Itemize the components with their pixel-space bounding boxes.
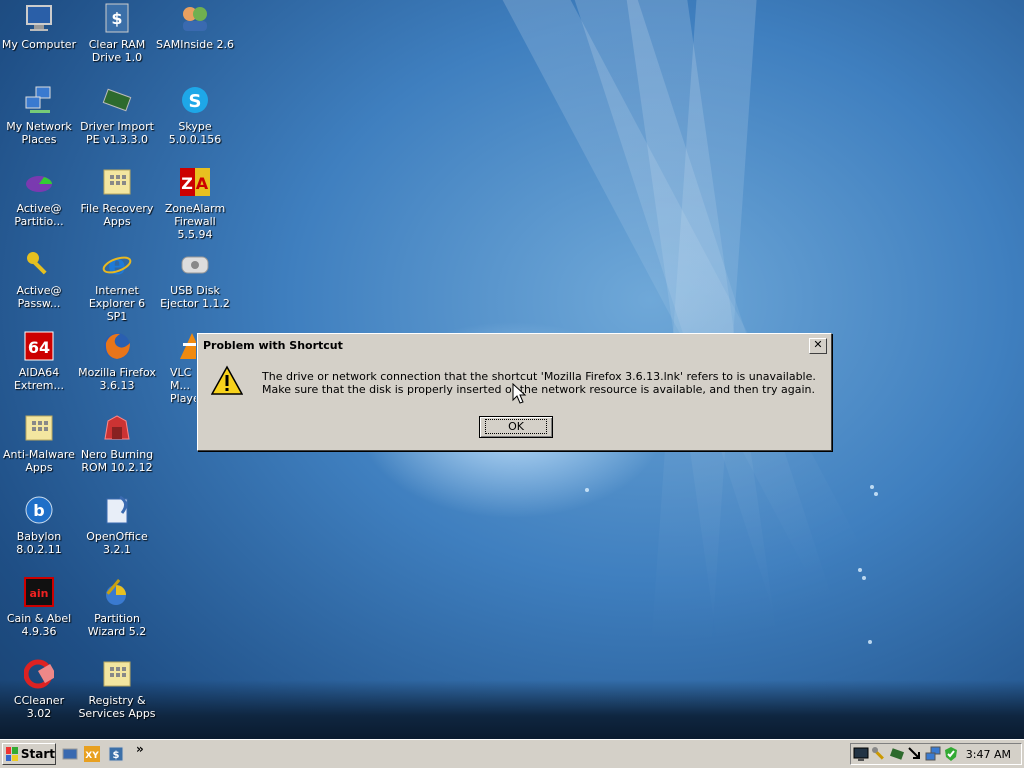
desktop-icon-skype[interactable]: S Skype 5.0.0.156 xyxy=(156,84,234,146)
desktop-icon-active-password[interactable]: Active@ Passw... xyxy=(0,248,78,310)
active-partition-icon xyxy=(23,166,55,198)
svg-text:ain: ain xyxy=(29,587,48,600)
folder-icon xyxy=(101,166,133,198)
desktop-icon-partition-wizard[interactable]: Partition Wizard 5.2 xyxy=(78,576,156,638)
ok-button[interactable]: OK xyxy=(479,416,553,438)
vlc-icon xyxy=(176,330,196,362)
quick-launch-more-chevron[interactable]: » xyxy=(136,742,144,756)
quick-launch-app-icon[interactable]: $ xyxy=(108,746,124,762)
svg-text:64: 64 xyxy=(28,338,50,357)
svg-text:S: S xyxy=(189,91,202,112)
bubble xyxy=(868,640,872,644)
tools-tray-icon[interactable] xyxy=(871,746,887,762)
babylon-icon: b xyxy=(23,494,55,526)
skype-icon: S xyxy=(179,84,211,116)
svg-text:Z: Z xyxy=(181,174,193,193)
security-shield-tray-icon[interactable] xyxy=(943,746,959,762)
desktop-icon-aida64[interactable]: 64 AIDA64 Extrem... xyxy=(0,330,78,392)
firefox-icon xyxy=(101,330,133,362)
key-icon xyxy=(23,248,55,280)
monitor-tray-icon[interactable] xyxy=(853,746,869,762)
svg-text:b: b xyxy=(33,501,44,520)
dialog-message: The drive or network connection that the… xyxy=(262,370,816,396)
nero-icon xyxy=(101,412,133,444)
internet-explorer-icon: e xyxy=(101,248,133,280)
desktop-icon-clear-ram[interactable]: $ Clear RAM Drive 1.0 xyxy=(78,2,156,64)
network-places-icon xyxy=(23,84,55,116)
desktop-icon-cain-abel[interactable]: ain Cain & Abel 4.9.36 xyxy=(0,576,78,638)
folder-icon xyxy=(101,658,133,690)
close-icon: ✕ xyxy=(813,337,823,351)
desktop-icon-registry-services-apps[interactable]: Registry & Services Apps xyxy=(78,658,156,720)
ok-button-label: OK xyxy=(485,419,547,434)
xy-app-icon[interactable]: XY xyxy=(84,746,100,762)
dialog-title: Problem with Shortcut xyxy=(203,339,343,352)
bubble xyxy=(870,485,874,489)
mouse-cursor-icon xyxy=(512,383,527,404)
svg-text:e: e xyxy=(108,249,126,279)
ccleaner-icon xyxy=(23,658,55,690)
desktop-icon-driver-import[interactable]: Driver Import PE v1.3.3.0 xyxy=(78,84,156,146)
driver-import-icon xyxy=(101,84,133,116)
close-button[interactable]: ✕ xyxy=(809,337,827,354)
partition-wizard-icon xyxy=(101,576,133,608)
usb-disk-icon xyxy=(179,248,211,280)
start-label: Start xyxy=(20,747,55,761)
start-button[interactable]: Start xyxy=(2,743,56,765)
desktop-icon-openoffice[interactable]: OpenOffice 3.2.1 xyxy=(78,494,156,556)
svg-text:$: $ xyxy=(111,9,122,28)
bubble xyxy=(585,488,589,492)
svg-text:A: A xyxy=(196,174,209,193)
taskbar: Start XY $ » 3:47 AM xyxy=(0,739,1024,768)
folder-icon xyxy=(23,412,55,444)
bubble xyxy=(862,576,866,580)
svg-text:XY: XY xyxy=(85,751,99,761)
desktop-icon-firefox[interactable]: Mozilla Firefox 3.6.13 xyxy=(78,330,156,392)
warning-icon xyxy=(210,365,244,397)
desktop-icon-nero[interactable]: Nero Burning ROM 10.2.12 xyxy=(78,412,156,474)
my-computer-icon xyxy=(23,2,55,34)
hardware-tray-icon[interactable] xyxy=(889,746,905,762)
desktop-icon-file-recovery-apps[interactable]: File Recovery Apps xyxy=(78,166,156,228)
desktop-icon-babylon[interactable]: b Babylon 8.0.2.11 xyxy=(0,494,78,556)
desktop-icon-saminside[interactable]: SAMInside 2.6 xyxy=(156,2,234,51)
desktop-icon-internet-explorer[interactable]: e Internet Explorer 6 SP1 xyxy=(78,248,156,323)
zonealarm-icon: ZA xyxy=(179,166,211,198)
dialog-titlebar[interactable]: Problem with Shortcut ✕ xyxy=(200,336,829,355)
desktop-icon-zonealarm[interactable]: ZA ZoneAlarm Firewall 5.5.94 xyxy=(156,166,234,241)
bubble xyxy=(874,492,878,496)
clock[interactable]: 3:47 AM xyxy=(966,748,1011,761)
windows-logo-icon xyxy=(6,747,18,761)
desktop-icon-active-partition[interactable]: Active@ Partitio... xyxy=(0,166,78,228)
desktop-icon-vlc[interactable]: VLC M... Player xyxy=(156,330,196,405)
network-connection-tray-icon[interactable] xyxy=(925,746,941,762)
svg-text:$: $ xyxy=(113,750,120,761)
clear-ram-icon: $ xyxy=(101,2,133,34)
desktop-icon-anti-malware-apps[interactable]: Anti-Malware Apps xyxy=(0,412,78,474)
show-desktop-icon[interactable] xyxy=(62,746,78,762)
desktop-icon-ccleaner[interactable]: CCleaner 3.02 xyxy=(0,658,78,720)
cain-abel-icon: ain xyxy=(23,576,55,608)
desktop-icon-usb-disk-ejector[interactable]: USB Disk Ejector 1.1.2 xyxy=(156,248,234,310)
saminside-icon xyxy=(179,2,211,34)
system-tray: 3:47 AM xyxy=(850,743,1022,765)
desktop-icon-my-network-places[interactable]: My Network Places xyxy=(0,84,78,146)
openoffice-icon xyxy=(101,494,133,526)
desktop-icon-my-computer[interactable]: My Computer xyxy=(0,2,78,51)
network-arrow-tray-icon[interactable] xyxy=(907,746,923,762)
bubble xyxy=(858,568,862,572)
aida64-icon: 64 xyxy=(23,330,55,362)
